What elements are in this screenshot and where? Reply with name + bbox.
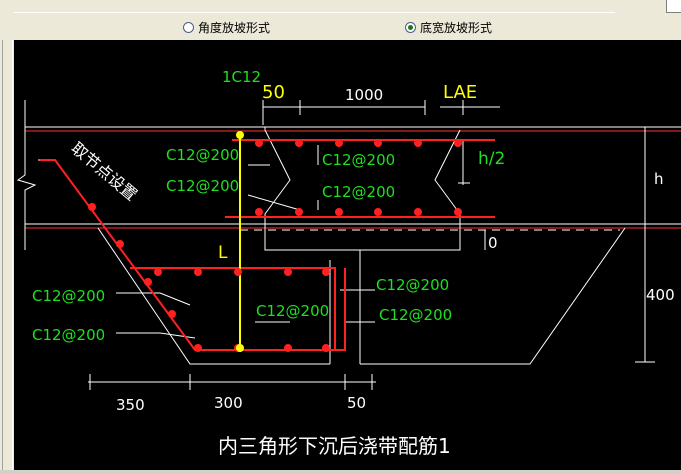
window-control[interactable] [666,0,681,13]
rebar-label-5: C12@200 [32,287,105,305]
right-panel-strip [616,0,681,40]
dim-top-lae: LAE [443,82,477,103]
rebar-label-2: C12@200 [166,177,239,195]
rebar-label-9: C12@200 [256,302,329,320]
angle-slope-radio[interactable]: 角度放坡形式 [183,19,270,35]
width-slope-radio[interactable]: 底宽放坡形式 [405,19,492,35]
radio-selected-icon [405,21,416,33]
rebar-label-3: C12@200 [322,151,395,169]
option-panel [14,12,615,41]
option-bar: 角度放坡形式 底宽放坡形式 [0,0,681,41]
dim-bottom-350: 350 [116,396,145,414]
drawing-canvas: 1C12 50 1000 LAE h/2 h 0 400 L 350 300 5… [14,40,681,470]
rebar-label-1: C12@200 [166,146,239,164]
dim-half-h: h/2 [478,149,505,169]
drawing-title: 内三角形下沉后浇带配筋1 [218,434,451,458]
dim-bottom-300: 300 [214,394,243,412]
dim-l: L [218,243,228,263]
rebar-label-7: C12@200 [376,276,449,294]
rebar-label-6: C12@200 [32,326,105,344]
width-slope-label: 底宽放坡形式 [420,20,493,35]
dim-top-1000: 1000 [345,86,383,104]
angle-slope-label: 角度放坡形式 [198,20,271,35]
left-splitter[interactable] [0,40,14,470]
dim-top-50: 50 [262,82,285,103]
dim-400: 400 [646,286,675,304]
rebar-tag: 1C12 [222,68,261,86]
dim-bottom-50: 50 [347,394,366,412]
rebar-drawing: 1C12 50 1000 LAE h/2 h 0 400 L 350 300 5… [16,68,681,458]
dim-h: h [654,170,664,188]
radio-unselected-icon [183,21,194,33]
dim-0: 0 [488,234,498,252]
node-setting-callout: 取节点设置 [67,139,141,205]
rebar-label-4: C12@200 [322,183,395,201]
rebar-label-8: C12@200 [379,306,452,324]
